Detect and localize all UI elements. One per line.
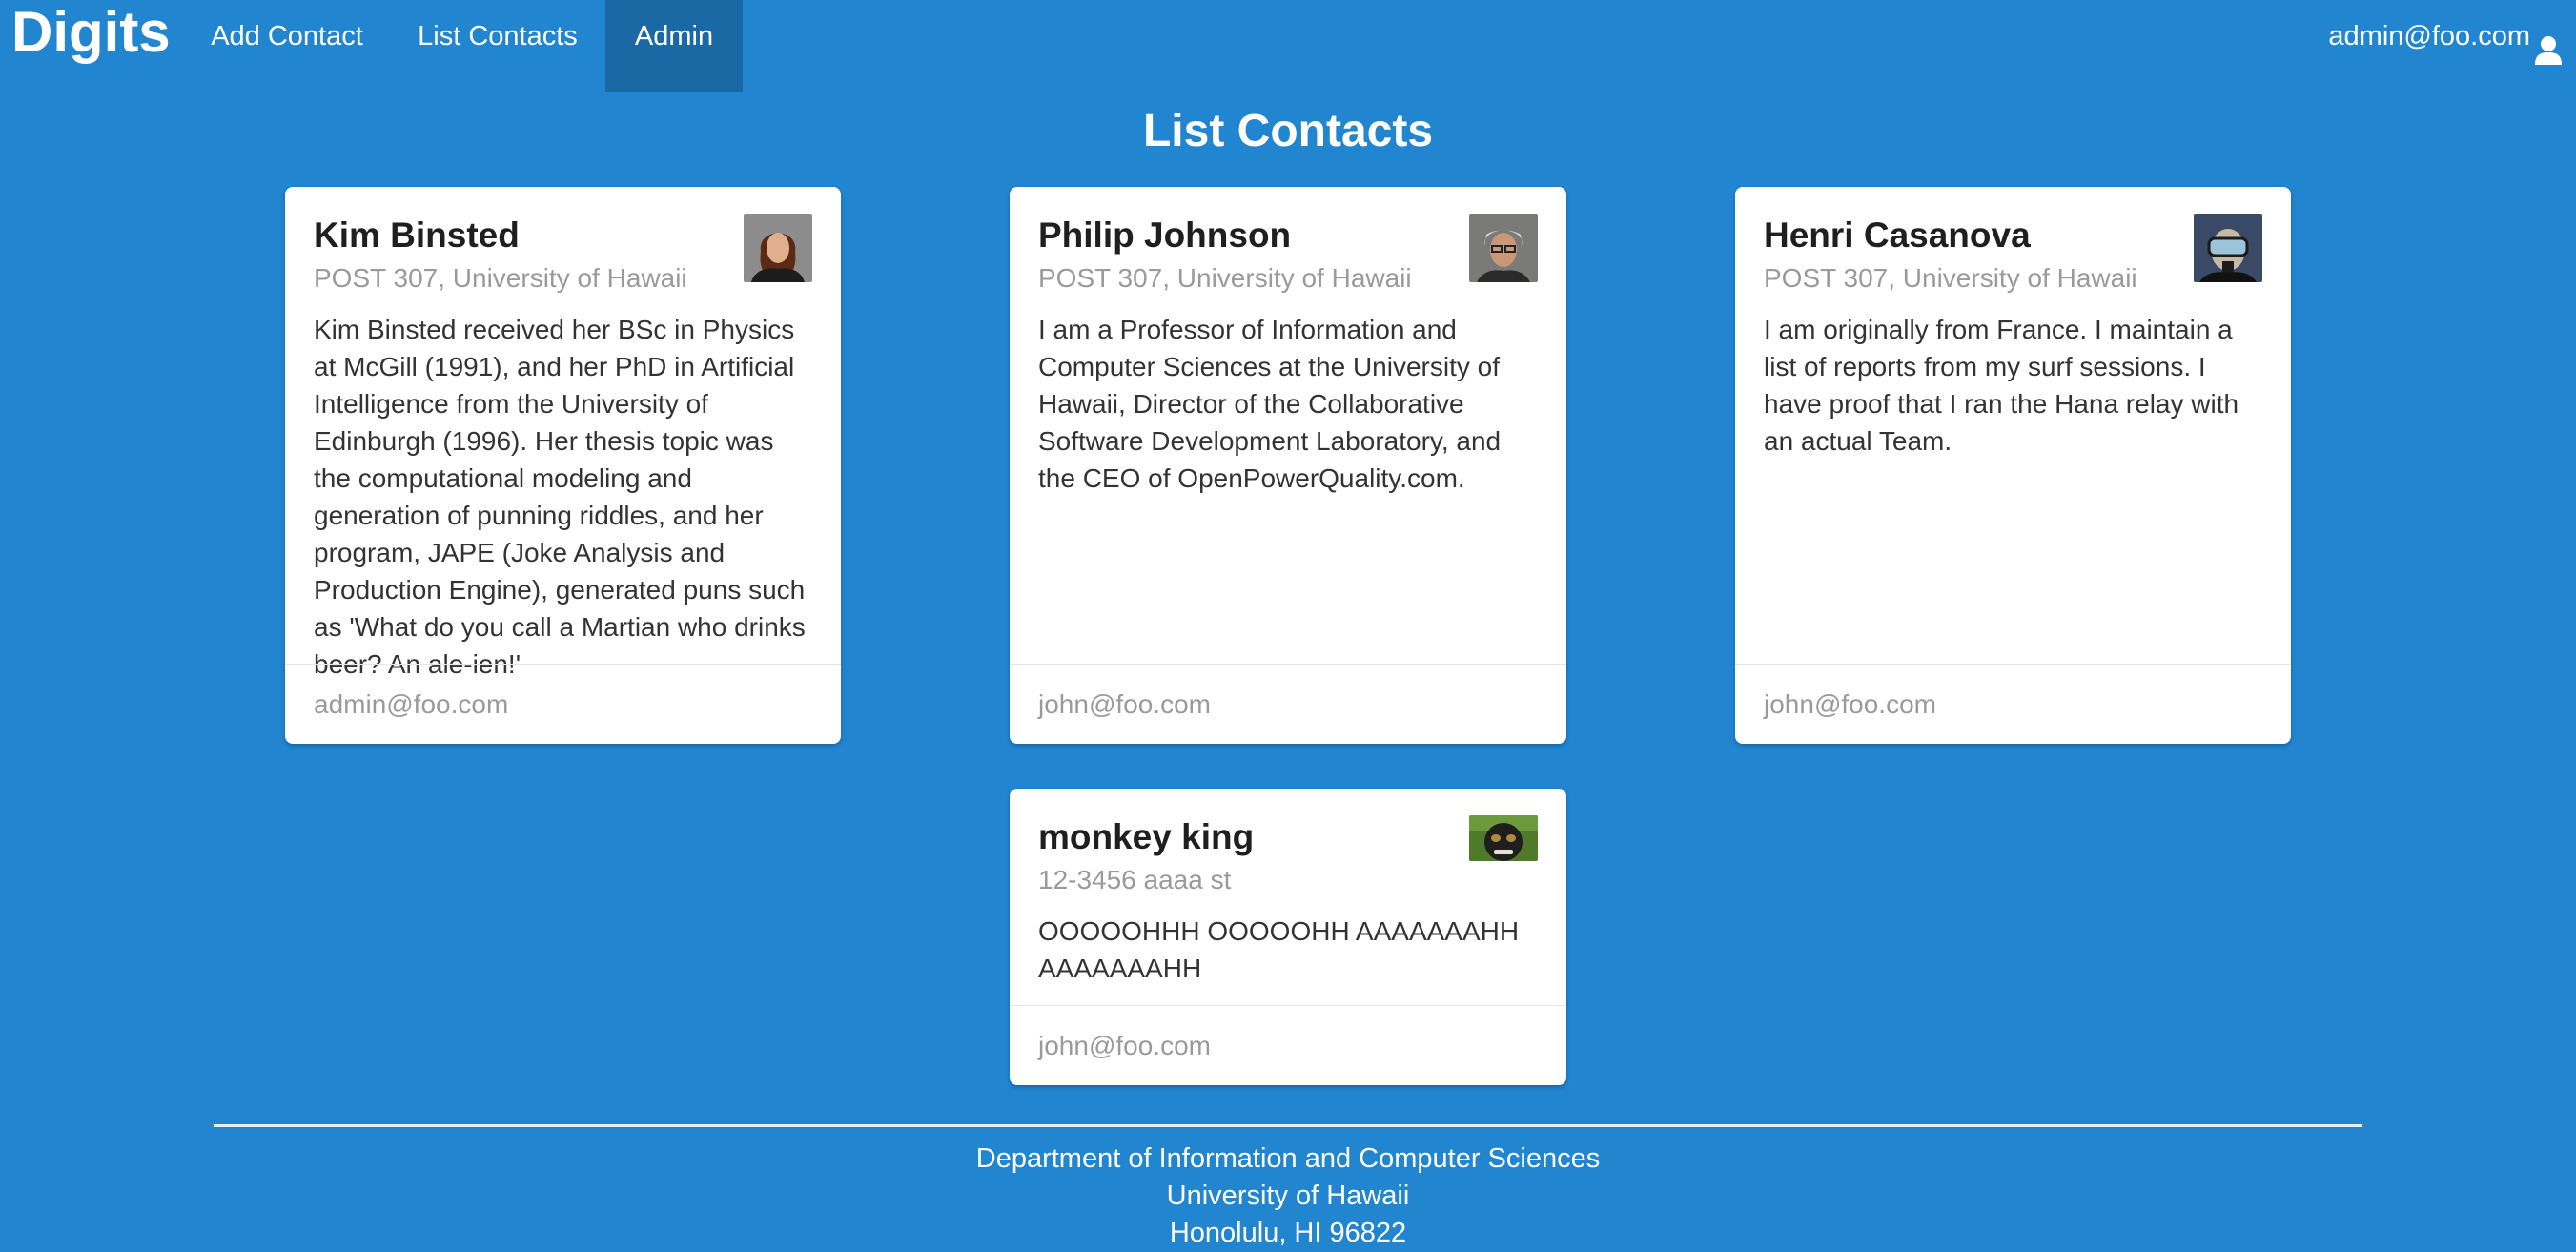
contact-name: Kim Binsted [314,216,520,255]
top-navbar: Digits Add Contact List Contacts Admin a… [0,0,2576,92]
contact-card: Kim Binsted POST 307, University of Hawa… [285,187,841,744]
contact-description: I am originally from France. I maintain … [1764,315,2239,456]
user-menu[interactable]: admin@foo.com [2328,0,2563,72]
contact-owner: john@foo.com [1735,664,2291,744]
contact-address: POST 307, University of Hawaii [1764,263,2137,293]
contact-description: Kim Binsted received her BSc in Physics … [314,315,806,679]
nav-add-contact[interactable]: Add Contact [191,0,383,92]
footer-location: Honolulu, HI 96822 [1169,1218,1407,1248]
contact-description: OOOOOHHH OOOOOHH AAAAAAAHH AAAAAAAHH [1038,916,1520,983]
footer-department: Department of Information and Computer S… [975,1143,1601,1174]
contact-owner: john@foo.com [1010,664,1566,744]
contact-owner: john@foo.com [1010,1005,1566,1085]
contact-address: POST 307, University of Hawaii [314,263,687,293]
contact-name: monkey king [1038,817,1255,856]
contact-name: Henri Casanova [1764,216,2031,255]
page-title: List Contacts [1142,106,1434,156]
brand-logo[interactable]: Digits [11,0,171,69]
footer-divider [214,1124,2362,1127]
contact-description: I am a Professor of Information and Comp… [1038,315,1502,493]
contact-card: Henri Casanova POST 307, University of H… [1735,187,2291,744]
contact-card: Philip Johnson POST 307, University of H… [1010,187,1566,744]
contact-address: POST 307, University of Hawaii [1038,263,1412,293]
contact-card: monkey king 12-3456 aaaa st OOOOOHHH OOO… [1010,789,1566,1085]
contact-address: 12-3456 aaaa st [1038,865,1232,894]
footer: Department of Information and Computer S… [0,1140,2576,1252]
user-email: admin@foo.com [2328,21,2530,51]
contact-name: Philip Johnson [1038,216,1292,255]
footer-university: University of Hawaii [1166,1180,1410,1211]
nav-admin[interactable]: Admin [605,0,743,92]
user-icon [2534,21,2563,65]
nav-list-contacts[interactable]: List Contacts [395,0,601,92]
contact-owner: admin@foo.com [285,664,841,744]
